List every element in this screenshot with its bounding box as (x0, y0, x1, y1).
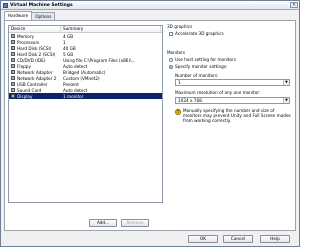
column-header-device[interactable]: Device (9, 26, 61, 32)
close-button[interactable]: ✕ (290, 2, 298, 8)
settings-window: Virtual Machine Settings ✕ Hardware Opti… (0, 0, 300, 247)
accelerate-3d-option[interactable]: Accelerate 3D graphics (169, 31, 224, 36)
display-icon (11, 94, 15, 98)
device-name: Floppy (17, 63, 31, 69)
tab-hardware[interactable]: Hardware (4, 11, 33, 20)
monitor-count-label: Number of monitors: (175, 73, 219, 78)
accelerate-3d-checkbox[interactable] (169, 32, 173, 36)
device-summary: Bridged (Automatic) (63, 69, 106, 75)
device-row[interactable]: Hard Disk 2 (SCSI) 5 GB (9, 51, 162, 57)
add-button[interactable]: Add... (89, 219, 117, 227)
device-name: Network Adapter 2 (17, 75, 57, 81)
window-title: Virtual Machine Settings (10, 2, 73, 8)
network-icon (11, 70, 15, 74)
monitor-count-select[interactable]: 1 ▼ (175, 79, 290, 86)
device-name: Display (17, 93, 33, 99)
graphics-heading: 3D graphics (167, 24, 193, 29)
cancel-button[interactable]: Cancel (223, 235, 253, 243)
device-summary: Using file C:\Program Files (x86)\... (63, 57, 136, 63)
monitor-count-value: 1 (178, 80, 181, 85)
device-summary: Auto detect (63, 63, 88, 69)
device-row[interactable]: Display 1 monitor (9, 93, 162, 99)
cpu-icon (11, 40, 15, 44)
monitor-warning-text: Manually specifying the number and size … (183, 108, 291, 123)
usb-icon (11, 82, 15, 86)
device-row[interactable]: Memory 4 GB (9, 33, 162, 39)
chevron-down-icon: ▼ (283, 98, 289, 103)
device-row[interactable]: Sound Card Auto detect (9, 87, 162, 93)
device-row[interactable]: Floppy Auto detect (9, 63, 162, 69)
network-icon (11, 76, 15, 80)
specify-radio[interactable] (169, 65, 173, 69)
ok-button[interactable]: OK (188, 235, 218, 243)
device-name: USB Controller (17, 81, 48, 87)
device-row[interactable]: Processors 1 (9, 39, 162, 45)
remove-button[interactable]: Remove (121, 219, 149, 227)
max-resolution-label: Maximum resolution of any one monitor: (175, 90, 261, 95)
memory-icon (11, 34, 15, 38)
device-summary: 4 GB (63, 33, 74, 39)
sound-icon (11, 88, 15, 92)
use-host-label: Use host setting for monitors (175, 57, 237, 62)
device-name: Hard Disk (SCSI) (17, 45, 52, 51)
device-name: Hard Disk 2 (SCSI) (17, 51, 56, 57)
title-bar: Virtual Machine Settings ✕ (1, 1, 299, 10)
device-row[interactable]: CD/DVD (IDE) Using file C:\Program Files … (9, 57, 162, 63)
max-resolution-value: 1024 x 768 (178, 98, 202, 103)
device-list: Memory 4 GB Processors 1 Hard Disk (SCSI) 40 … (9, 33, 162, 99)
device-row[interactable]: Network Adapter 2 Custom (VMnet2) (9, 75, 162, 81)
device-name: CD/DVD (IDE) (17, 57, 46, 63)
device-name: Processors (17, 39, 40, 45)
device-row[interactable]: Hard Disk (SCSI) 40 GB (9, 45, 162, 51)
hard-disk-icon (11, 46, 15, 50)
use-host-radio[interactable] (169, 58, 173, 62)
device-name: Memory (17, 33, 35, 39)
warning-icon: ! (175, 109, 181, 115)
specify-label: Specify monitor settings: (175, 64, 228, 69)
hardware-panel: Device Summary Memory 4 GB Processors 1 Hard… (4, 20, 296, 231)
cd-icon (11, 58, 15, 62)
device-row[interactable]: Network Adapter Bridged (Automatic) (9, 69, 162, 75)
device-row[interactable]: USB Controller Present (9, 81, 162, 87)
accelerate-3d-label: Accelerate 3D graphics (175, 31, 224, 36)
column-header-summary[interactable]: Summary (61, 26, 161, 32)
vm-app-icon (3, 2, 8, 8)
device-summary: Auto detect (63, 87, 88, 93)
device-summary: 5 GB (63, 51, 74, 57)
chevron-down-icon: ▼ (283, 80, 289, 85)
max-resolution-select[interactable]: 1024 x 768 ▼ (175, 97, 290, 104)
use-host-option[interactable]: Use host setting for monitors (169, 57, 236, 62)
device-name: Sound Card (17, 87, 42, 93)
device-table-header: Device Summary (9, 26, 162, 33)
specify-option[interactable]: Specify monitor settings: (169, 64, 227, 69)
tab-options[interactable]: Options (31, 12, 56, 20)
device-name: Network Adapter (17, 69, 53, 75)
device-summary: Custom (VMnet2) (63, 75, 100, 81)
tab-strip: Hardware Options (4, 11, 56, 20)
floppy-icon (11, 64, 15, 68)
device-summary: 40 GB (63, 45, 76, 51)
monitors-heading: Monitors (167, 50, 186, 55)
hard-disk-icon (11, 52, 15, 56)
device-table: Device Summary Memory 4 GB Processors 1 Hard… (8, 25, 163, 203)
device-summary: 1 (63, 39, 66, 45)
help-button[interactable]: Help (260, 235, 290, 243)
device-summary: 1 monitor (63, 93, 84, 99)
device-summary: Present (63, 81, 79, 87)
